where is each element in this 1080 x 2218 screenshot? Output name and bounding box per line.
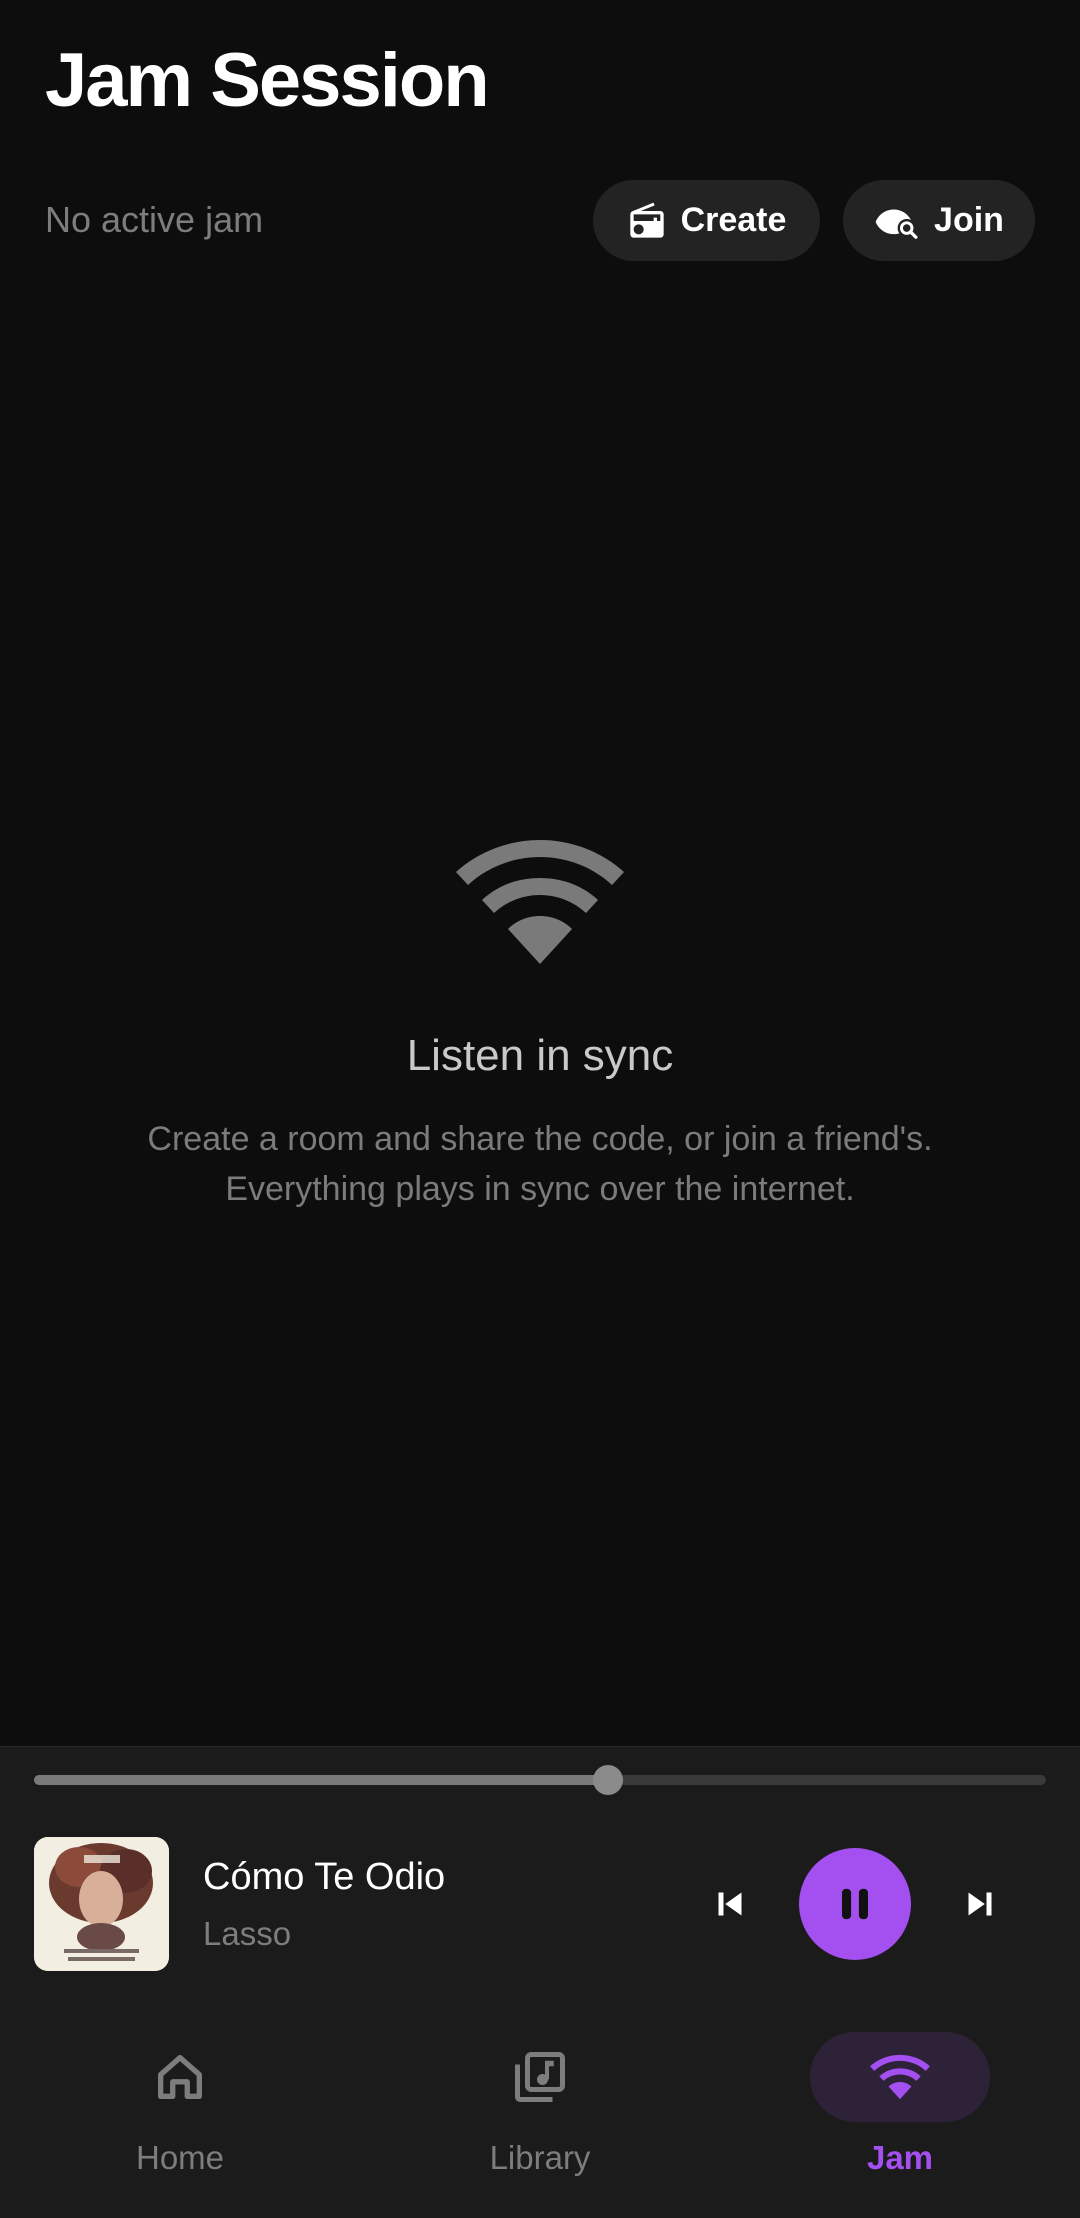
nav-item-jam[interactable]: Jam [750,2018,1050,2218]
track-artist: Lasso [203,1915,292,1952]
progress-thumb[interactable] [592,1765,623,1795]
create-button-label: Create [680,201,787,239]
album-art[interactable] [34,1837,169,1971]
skip-next-button[interactable] [950,1874,1010,1934]
wifi-icon [870,2054,930,2100]
empty-state-title: Listen in sync [406,1031,674,1080]
nav-item-home[interactable]: Home [30,2018,330,2218]
empty-state-description: Create a room and share the code, or joi… [0,1114,1080,1214]
jam-status-text: No active jam [45,199,264,240]
playback-progress-bar[interactable] [34,1765,1046,1795]
skip-previous-button[interactable] [700,1874,760,1934]
skip-previous-icon [718,1892,742,1916]
empty-state-description-line: Everything plays in sync over the intern… [225,1170,855,1208]
nav-icon-container [450,2032,630,2122]
page-title: Jam Session [45,38,490,123]
progress-fill [34,1775,608,1785]
nav-label-jam: Jam [866,2139,934,2176]
play-pause-button[interactable] [799,1848,911,1960]
radio-icon [627,201,667,241]
skip-next-icon [968,1892,992,1916]
empty-state: Listen in sync Create a room and share t… [0,840,1080,1214]
nav-icon-container [810,2032,990,2122]
visibility-search-icon [874,201,920,241]
empty-state-description-line: Create a room and share the code, or joi… [147,1120,933,1158]
nav-label-library: Library [489,2139,591,2176]
nav-icon-container [90,2032,270,2122]
bottom-navigation: Home Library Jam [0,2018,1080,2218]
nav-label-home: Home [135,2139,225,2176]
pause-icon [842,1888,868,1920]
join-button-label: Join [934,201,1004,239]
join-jam-button[interactable]: Join [843,180,1035,261]
library-music-icon [515,2052,565,2102]
jam-session-screen: Jam Session No active jam Create Join Li… [0,0,1080,2218]
track-title: Cómo Te Odio [203,1856,446,1898]
create-jam-button[interactable]: Create [593,180,820,261]
nav-item-library[interactable]: Library [390,2018,690,2218]
wifi-icon [456,840,624,964]
home-icon [158,2055,202,2099]
